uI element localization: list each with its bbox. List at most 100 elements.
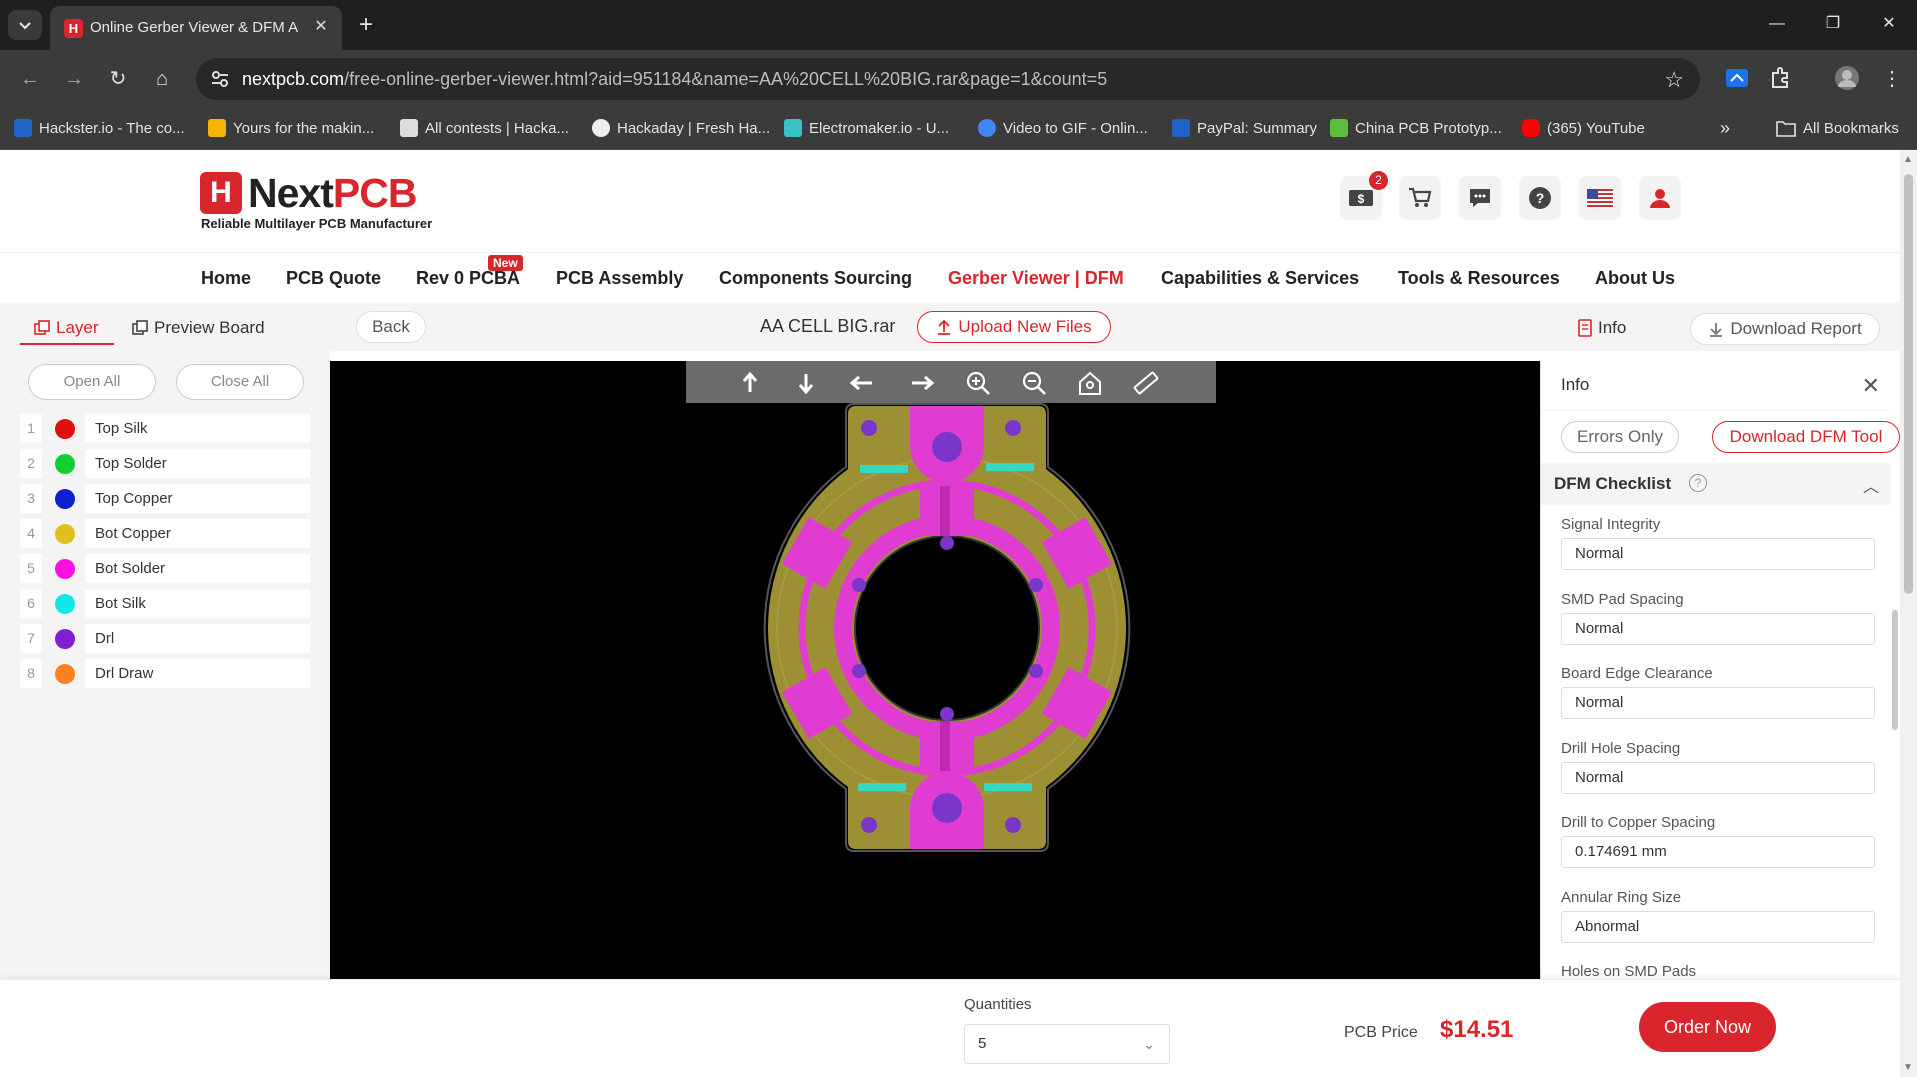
layer-color-swatch[interactable] (55, 524, 75, 544)
close-tab-icon[interactable]: ✕ (310, 16, 332, 38)
cart-button[interactable] (1399, 176, 1441, 220)
all-bookmarks-button[interactable]: All Bookmarks (1776, 116, 1899, 140)
nav-pcb-quote[interactable]: PCB Quote (286, 268, 381, 289)
bookmark-star-icon[interactable]: ☆ (1664, 67, 1684, 93)
messages-button[interactable] (1459, 176, 1501, 220)
layer-name: Top Silk (85, 414, 310, 443)
nav-pcb-assembly[interactable]: PCB Assembly (556, 268, 683, 289)
folder-icon (1776, 121, 1796, 137)
logo-text[interactable]: NextPCB (248, 170, 417, 217)
layer-name: Drl (85, 624, 310, 653)
reload-icon[interactable]: ↻ (102, 63, 134, 95)
minimize-button[interactable]: — (1754, 8, 1800, 40)
scrollbar-thumb[interactable] (1904, 174, 1913, 594)
more-bookmarks-icon[interactable]: » (1720, 116, 1730, 140)
nextpcb-favicon-icon: H (64, 19, 83, 38)
bookmark-item[interactable]: Hackaday | Fresh Ha... (592, 116, 770, 140)
bookmark-item[interactable]: Electromaker.io - U... (784, 116, 949, 140)
site-settings-icon[interactable] (210, 69, 230, 89)
dfm-check-item: Signal Integrity Normal (1561, 516, 1875, 570)
bookmark-item[interactable]: China PCB Prototyp... (1330, 116, 1502, 140)
home-icon[interactable]: ⌂ (146, 63, 178, 95)
dfm-check-value[interactable]: Normal (1561, 687, 1875, 719)
dfm-check-label: SMD Pad Spacing (1561, 590, 1684, 608)
dfm-check-value[interactable]: Normal (1561, 612, 1875, 645)
nav-tools[interactable]: Tools & Resources (1398, 268, 1560, 289)
pcb-price-label: PCB Price (1344, 1024, 1418, 1041)
dfm-check-item: SMD Pad Spacing Normal (1561, 591, 1875, 645)
bookmark-item[interactable]: All contests | Hacka... (400, 116, 569, 140)
layer-row[interactable]: 7 Drl (20, 624, 310, 653)
new-badge: New (488, 255, 523, 271)
upload-new-files-button[interactable]: Upload New Files (917, 311, 1111, 343)
close-window-button[interactable]: ✕ (1866, 8, 1912, 40)
bookmark-item[interactable]: Hackster.io - The co... (14, 116, 185, 140)
help-button[interactable]: ? (1519, 176, 1561, 220)
nav-capabilities[interactable]: Capabilities & Services (1161, 268, 1359, 289)
bookmark-item[interactable]: Yours for the makin... (208, 116, 374, 140)
restore-button[interactable]: ❐ (1810, 8, 1856, 40)
nav-rev0-pcba[interactable]: Rev 0 PCBA (416, 268, 520, 289)
dfm-check-value[interactable]: Normal (1561, 761, 1875, 794)
dfm-check-value[interactable]: Normal (1561, 538, 1875, 570)
close-all-button[interactable]: Close All (176, 364, 304, 400)
forward-arrow-icon[interactable]: → (58, 63, 90, 95)
youtube-icon (1522, 119, 1540, 137)
nextpcb-logo-icon[interactable]: H (200, 172, 242, 214)
info-panel-scrollbar[interactable] (1892, 610, 1898, 730)
scroll-up-icon[interactable]: ▲ (1903, 154, 1913, 165)
back-arrow-icon[interactable]: ← (14, 63, 46, 95)
info-toggle[interactable]: Info (1578, 313, 1626, 343)
new-tab-button[interactable]: + (352, 10, 380, 40)
nav-home[interactable]: Home (201, 268, 251, 289)
extensions-puzzle-icon[interactable] (1766, 63, 1796, 93)
scroll-down-icon[interactable]: ▼ (1903, 1062, 1913, 1073)
layer-row[interactable]: 3 Top Copper (20, 484, 310, 513)
language-button[interactable] (1579, 176, 1621, 220)
nav-gerber-viewer[interactable]: Gerber Viewer | DFM (948, 268, 1124, 289)
quantities-label: Quantities (964, 996, 1032, 1013)
layer-color-swatch[interactable] (55, 489, 75, 509)
nav-about[interactable]: About Us (1595, 268, 1675, 289)
cast-extension-icon[interactable] (1722, 63, 1752, 93)
layer-row[interactable]: 4 Bot Copper (20, 519, 310, 548)
layer-row[interactable]: 2 Top Solder (20, 449, 310, 478)
svg-text:$: $ (1358, 192, 1365, 206)
tab-search-button[interactable] (8, 10, 42, 40)
layer-number: 4 (20, 519, 42, 548)
tab-layer[interactable]: Layer (34, 313, 99, 343)
tab-preview-board[interactable]: Preview Board (132, 313, 265, 343)
layer-row[interactable]: 6 Bot Silk (20, 589, 310, 618)
quantity-select[interactable]: 5 ⌄ (964, 1024, 1170, 1064)
bookmark-item[interactable]: PayPal: Summary (1172, 116, 1317, 140)
nav-components-sourcing[interactable]: Components Sourcing (719, 268, 912, 289)
layers-icon (34, 320, 50, 335)
layer-color-swatch[interactable] (55, 664, 75, 684)
dfm-check-value[interactable]: 0.174691 mm (1561, 836, 1875, 868)
dfm-check-label: Holes on SMD Pads (1561, 963, 1697, 979)
layer-row[interactable]: 8 Drl Draw (20, 659, 310, 688)
layer-color-swatch[interactable] (55, 629, 75, 649)
page-scrollbar[interactable]: ▲ ▼ (1900, 150, 1917, 1077)
layer-color-swatch[interactable] (55, 419, 75, 439)
address-bar[interactable]: nextpcb.com/free-online-gerber-viewer.ht… (196, 58, 1700, 100)
gerber-canvas[interactable] (330, 361, 1540, 979)
bookmark-item[interactable]: (365) YouTube (1522, 116, 1645, 140)
bookmark-item[interactable]: Video to GIF - Onlin... (978, 116, 1148, 140)
hackaday-icon (400, 119, 418, 137)
profile-avatar-icon[interactable] (1832, 63, 1862, 93)
browser-tab[interactable]: H Online Gerber Viewer & DFM A ✕ (50, 6, 342, 50)
layer-color-swatch[interactable] (55, 454, 75, 474)
account-button[interactable] (1639, 176, 1681, 220)
download-report-button[interactable]: Download Report (1690, 313, 1880, 345)
layer-color-swatch[interactable] (55, 594, 75, 614)
dfm-check-item: Annular Ring Size Abnormal (1561, 889, 1875, 943)
dfm-check-value[interactable]: Abnormal (1561, 910, 1875, 943)
back-button[interactable]: Back (356, 311, 426, 343)
open-all-button[interactable]: Open All (28, 364, 156, 400)
layer-row[interactable]: 5 Bot Solder (20, 554, 310, 583)
layer-color-swatch[interactable] (55, 559, 75, 579)
layer-row[interactable]: 1 Top Silk (20, 414, 310, 443)
order-now-button[interactable]: Order Now (1639, 1002, 1776, 1052)
browser-menu-icon[interactable]: ⋮ (1876, 63, 1908, 95)
